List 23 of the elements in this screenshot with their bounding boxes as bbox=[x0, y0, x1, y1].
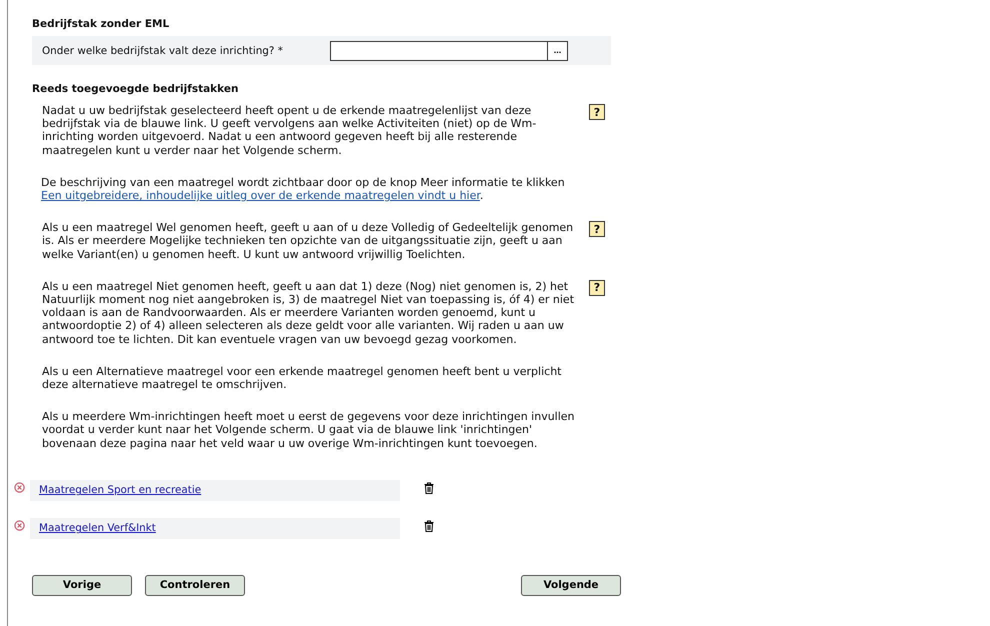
remove-icon[interactable] bbox=[14, 520, 25, 531]
section-title: Bedrijfstak zonder EML bbox=[32, 18, 170, 30]
help-button[interactable]: ? bbox=[589, 221, 605, 238]
question-label: Onder welke bedrijfstak valt deze inrichting? * bbox=[42, 44, 284, 56]
help-button[interactable]: ? bbox=[589, 104, 605, 120]
nav-button[interactable]: Volgende bbox=[521, 574, 621, 596]
nav-button[interactable]: Controleren bbox=[145, 574, 245, 596]
measures-link[interactable]: Maatregelen Verf&Inkt bbox=[39, 522, 156, 534]
help-button[interactable]: ? bbox=[589, 280, 605, 296]
info-paragraph: Als u een maatregel Niet genomen heeft, geeft u aan dat 1) deze (Nog) niet genomen is, 2) het Natuurlijk moment nog niet aangebroken is, 3) de maatregel Niet van toepassing is, óf 4) er niet voldaan is aan de Randvoorwaarden. Als er meerdere Varianten worden genoemd, kunt u antwoordoptie 2) of 4) alleen selecteren als deze geldt voor alle varianten. Wij raden u aan uw antwoord toe te lichten. Dit kan eventuele vragen van uw bevoegd gezag voorkomen. bbox=[42, 280, 576, 346]
section-title: Reeds toegevoegde bedrijfstakken bbox=[32, 83, 240, 95]
remove-icon[interactable] bbox=[14, 482, 25, 493]
measures-link[interactable]: Maatregelen Sport en recreatie bbox=[39, 484, 202, 496]
trash-icon[interactable] bbox=[424, 482, 434, 494]
info-paragraph: Als u meerdere Wm-inrichtingen heeft moet u eerst de gegevens voor deze inrichtingen invullen voordat u verder kunt naar het Volgende scherm. U gaat via de blauwe link 'inrichtingen' bovenaan deze pagina naar het veld waar u uw overige Wm-inrichtingen kunt toevoegen. bbox=[42, 410, 576, 450]
info-paragraph: Als u een Alternatieve maatregel voor een erkende maatregel genomen heeft bent u verplicht deze alternatieve maatregel te omschrijven. bbox=[42, 364, 562, 392]
info-paragraph: De beschrijving van een maatregel wordt zichtbaar door op de knop Meer informatie te klikken Een uitgebreidere, inhoudelijke uitleg over de erkende maatregelen vindt u hier. bbox=[41, 176, 566, 202]
input-field[interactable]: ... bbox=[330, 40, 568, 60]
info-paragraph: Nadat u uw bedrijfstak geselecteerd heeft opent u de erkende maatregelenlijst van deze bedrijfstak via de blauwe link. U geeft vervolgens aan welke Activiteiten (niet) op de Wm-inrichting worden uitgevoerd. Nadat u een antwoord gegeven heeft bij alle resterende maatregelen kunt u verder naar het Volgende scherm. bbox=[42, 104, 538, 157]
trash-icon[interactable] bbox=[424, 520, 434, 532]
info-paragraph: Als u een maatregel Wel genomen heeft, geeft u aan of u deze Volledig of Gedeeltelijk genomen is. Als er meerdere Mogelijke technieken ten opzichte van de uitgangssituatie zijn, geeft u aan welke Variant(en) u genomen heeft. U kunt uw antwoord vrijwillig Toelichten. bbox=[42, 221, 574, 261]
nav-button[interactable]: Vorige bbox=[32, 574, 132, 596]
info-link[interactable]: Een uitgebreidere, inhoudelijke uitleg over de erkende maatregelen vindt u hier bbox=[41, 189, 480, 202]
